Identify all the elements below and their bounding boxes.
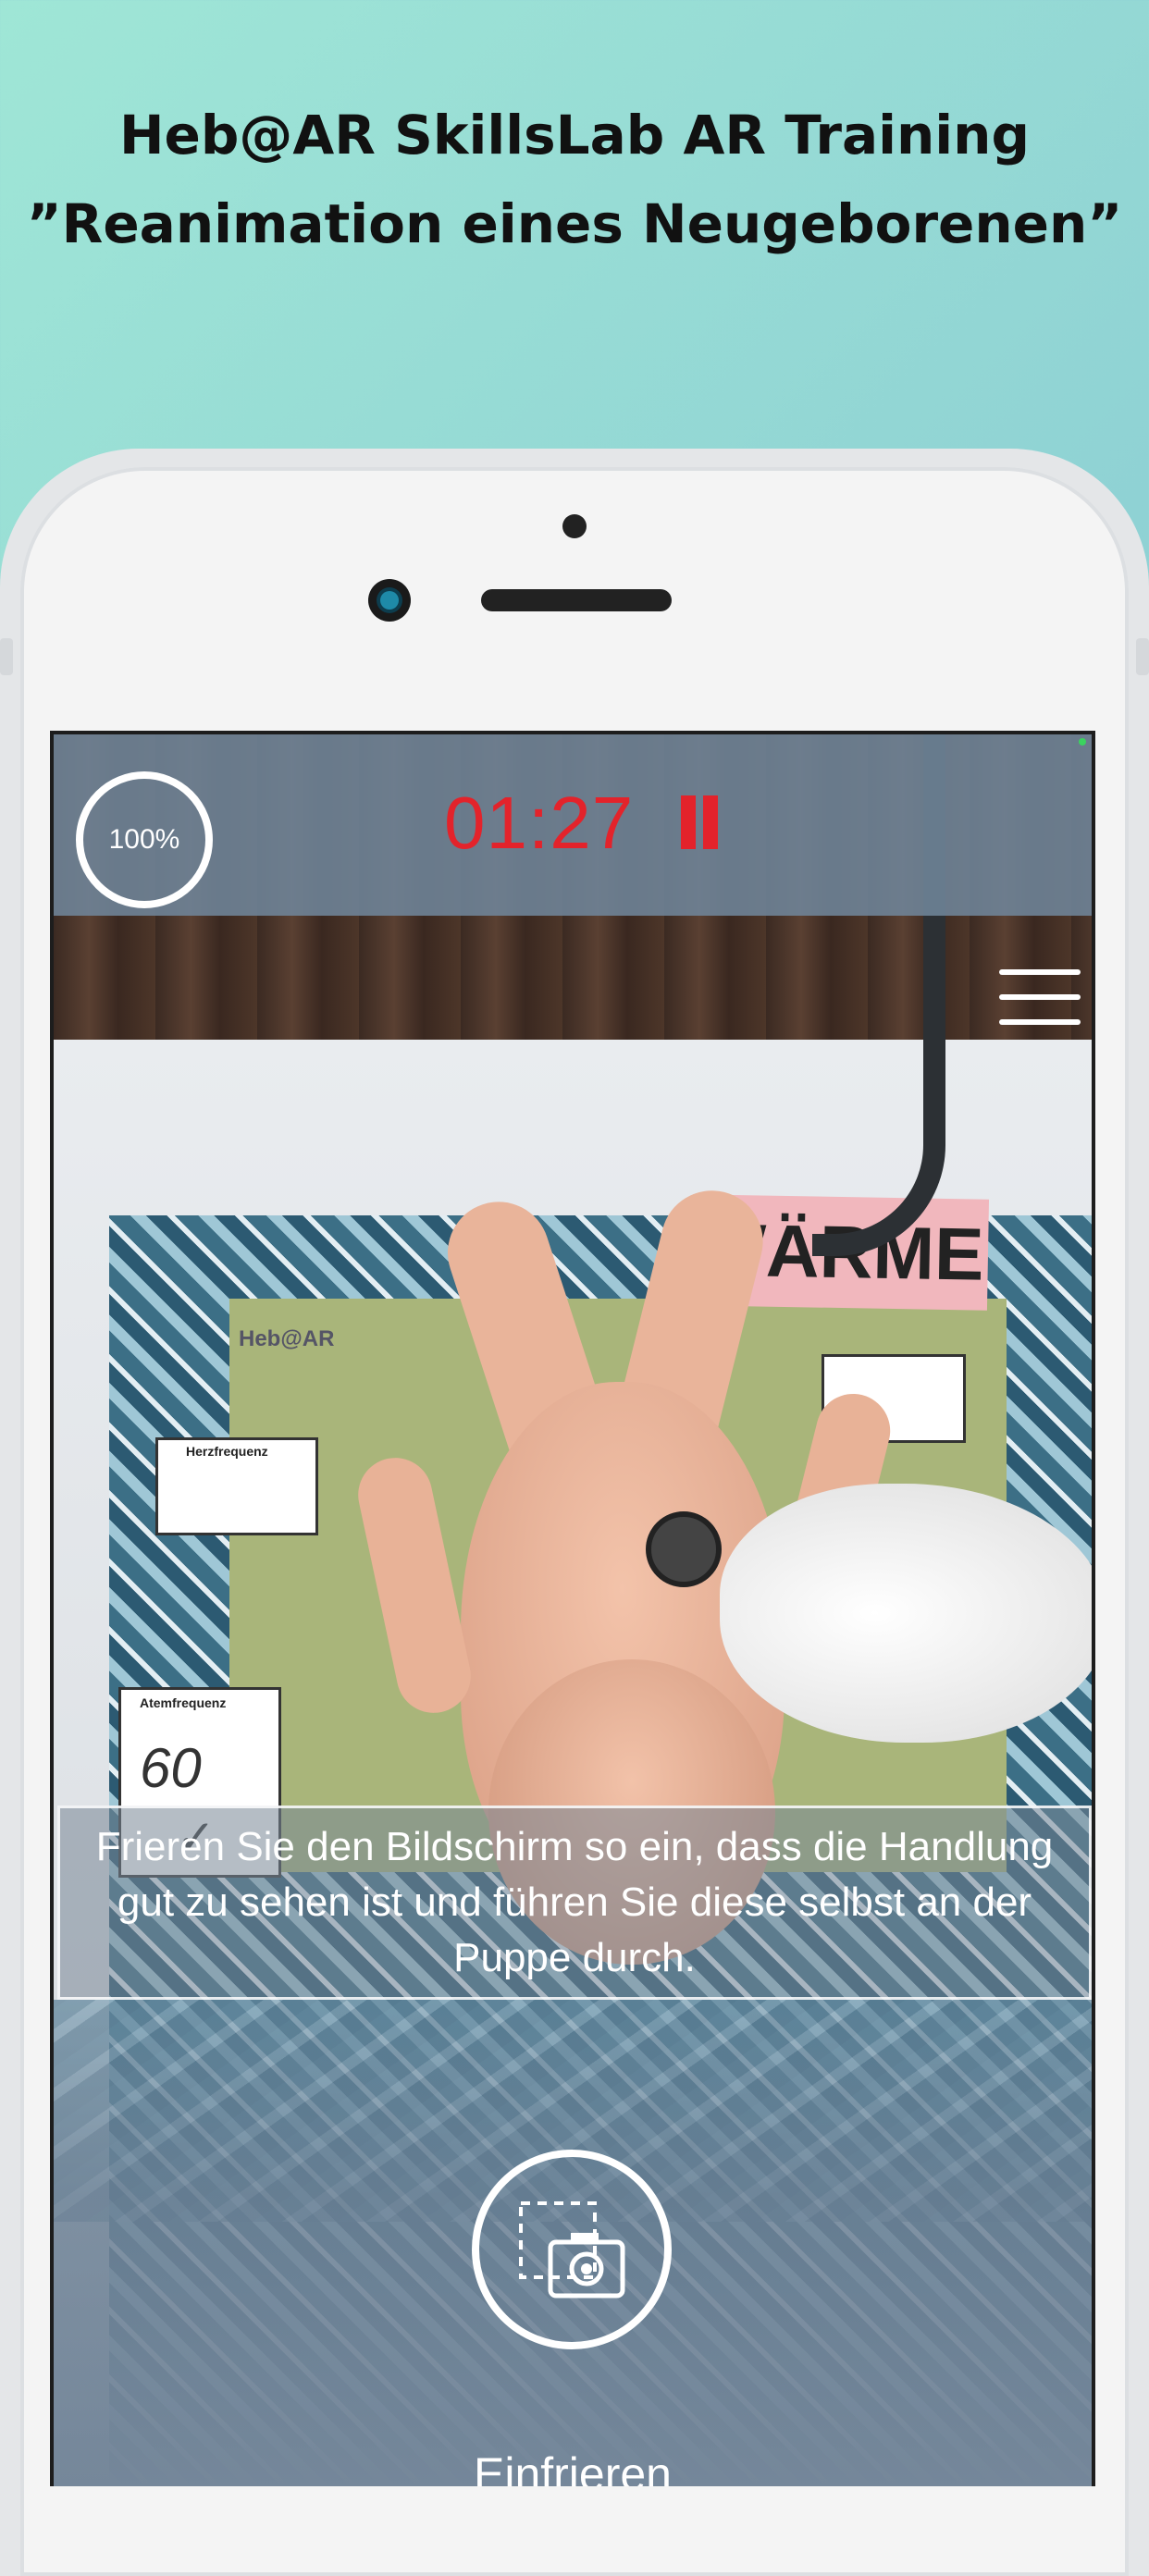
app-screen: Heb@AR WÄRME Herzfrequenz Atemfrequenz 6… (50, 731, 1095, 2486)
hamburger-menu-icon[interactable] (999, 969, 1081, 1029)
freeze-button[interactable] (472, 2150, 672, 2349)
virtual-hand (720, 1484, 1092, 1743)
freeze-label[interactable]: Einfrieren (54, 2447, 1092, 2486)
pause-icon[interactable] (677, 795, 722, 849)
instruction-banner: Frieren Sie den Bildschirm so ein, dass … (57, 1806, 1092, 2000)
heart-rate-label: Herzfrequenz (186, 1444, 268, 1459)
timer-display: 01:27 (444, 782, 635, 864)
progress-indicator: 100% (76, 771, 213, 908)
status-indicator (1079, 738, 1086, 746)
respiration-label: Atemfrequenz (140, 1695, 227, 1710)
freeze-camera-icon (519, 2201, 625, 2299)
front-camera (368, 579, 411, 622)
promo-title-line1: Heb@AR SkillsLab AR Training (119, 104, 1030, 166)
stethoscope-head (646, 1511, 722, 1587)
promo-title-line2: ”Reanimation eines Neugeborenen” (26, 192, 1123, 255)
proximity-sensor (562, 514, 587, 538)
respiration-value: 60 (140, 1737, 202, 1799)
instruction-text: Frieren Sie den Bildschirm so ein, dass … (95, 1824, 1054, 1980)
phone-side-button (1136, 638, 1149, 675)
hud-top-bar: 100% 01:27 (54, 734, 1092, 916)
heart-rate-card: Herzfrequenz (155, 1437, 318, 1535)
earpiece-speaker (481, 589, 672, 611)
phone-side-button (0, 638, 13, 675)
mat-brand-label: Heb@AR (239, 1326, 335, 1351)
